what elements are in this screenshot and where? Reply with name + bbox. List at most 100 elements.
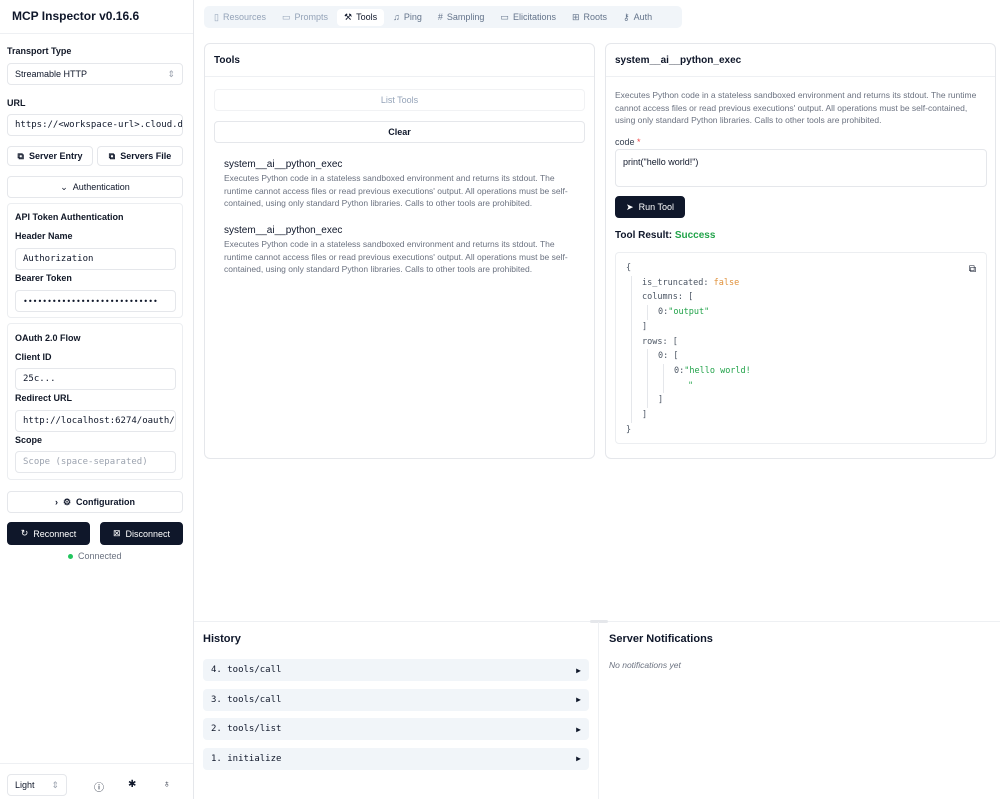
tab-roots[interactable]: ⊞ Roots [565, 9, 614, 26]
json-brace: { [626, 263, 632, 273]
history-item-label: 1. initialize [211, 753, 282, 764]
oauth-section: OAuth 2.0 Flow Client ID 25c... Redirect… [7, 323, 183, 480]
history-item[interactable]: 2. tools/list ▶ [203, 718, 589, 740]
json-bracket: [ [673, 351, 679, 362]
bearer-token-label: Bearer Token [15, 273, 72, 283]
tool-list-item[interactable]: system__ai__python_exec Executes Python c… [224, 159, 579, 210]
history-item-label: 4. tools/call [211, 665, 282, 675]
tools-panel-title: Tools [205, 44, 594, 77]
history-item[interactable]: 3. tools/call ▶ [203, 688, 589, 711]
message-icon: ▭ [281, 11, 291, 22]
json-key: 0: [658, 307, 669, 318]
tab-elicitations[interactable]: ▭ Elicitations [493, 9, 563, 26]
theme-select[interactable]: Light ⇕ [7, 774, 67, 796]
chevron-updown-icon: ⇕ [167, 68, 175, 79]
json-brace: } [626, 424, 632, 435]
theme-value: Light [15, 780, 35, 790]
servers-file-label: Servers File [120, 151, 172, 161]
run-tool-button[interactable]: ➤ Run Tool [615, 196, 685, 218]
divider [0, 33, 193, 34]
history-item-label: 3. tools/call [211, 694, 282, 705]
tab-tools[interactable]: ⚒ Tools [337, 8, 385, 26]
app-title: MCP Inspector v0.16.6 [12, 9, 140, 23]
notifications-empty: No notifications yet [609, 660, 681, 670]
history-item-label: 2. tools/list [211, 724, 282, 734]
tool-detail-description: Executes Python code in a stateless sand… [615, 90, 977, 125]
code-label: code * [615, 137, 641, 147]
json-bracket: [ [672, 336, 678, 347]
api-token-section: API Token Authentication Header Name Aut… [7, 203, 183, 318]
redirect-url-input[interactable]: http://localhost:6274/oauth/ [15, 410, 176, 432]
history-item[interactable]: 4. tools/call ▶ [203, 659, 589, 681]
code-textarea[interactable]: print("hello world!") [615, 149, 987, 187]
tab-label: Prompts [294, 12, 329, 22]
connection-status: Connected [68, 551, 122, 561]
tab-bar: ▯ Resources ▭ Prompts ⚒ Tools ♫ Ping # Sampling ▭ E… [204, 6, 682, 28]
copy-icon[interactable]: ⧉ [969, 263, 976, 278]
disconnect-label: Disconnect [125, 528, 171, 539]
transport-select[interactable]: Streamable HTTP ⇕ [7, 63, 183, 85]
github-icon[interactable]: ♁ [163, 779, 171, 790]
history-title: History [203, 633, 241, 645]
scope-input[interactable]: Scope (space-separated) [15, 451, 176, 473]
expand-triangle-icon: ▶ [576, 724, 581, 734]
json-bracket: ] [642, 410, 648, 421]
tab-ping[interactable]: ♫ Ping [386, 9, 429, 25]
json-bracket: ] [642, 321, 648, 332]
json-value: false [713, 277, 740, 288]
notifications-title: Server Notifications [609, 633, 713, 645]
sidebar: MCP Inspector v0.16.6 Transport Type Str… [0, 0, 194, 799]
tool-list-item[interactable]: system__ai__python_exec Executes Python c… [224, 225, 579, 276]
tool-description: Executes Python code in a stateless sand… [224, 239, 568, 274]
reconnect-label: Reconnect [33, 528, 77, 539]
expand-triangle-icon: ▶ [576, 665, 581, 675]
server-entry-button[interactable]: ⧉ Server Entry [7, 146, 93, 166]
json-key: rows: [642, 336, 668, 347]
chevron-updown-icon: ⇕ [51, 779, 59, 790]
tab-label: Auth [633, 12, 653, 22]
json-value: "output" [668, 307, 710, 318]
tab-auth[interactable]: ⚷ Auth [616, 9, 659, 26]
header-name-input[interactable]: Authorization [15, 248, 176, 270]
json-bracket: [ [688, 292, 694, 303]
json-bracket: ] [658, 395, 664, 406]
tab-label: Roots [583, 12, 608, 22]
json-key: 0: [658, 351, 669, 362]
tool-detail-panel: system__ai__python_exec Executes Python … [605, 43, 996, 459]
bearer-token-input[interactable]: •••••••••••••••••••••••••••• [15, 290, 176, 312]
tab-resources[interactable]: ▯ Resources [207, 9, 273, 26]
list-tools-button[interactable]: List Tools [214, 89, 585, 111]
tab-prompts[interactable]: ▭ Prompts [275, 9, 335, 26]
result-status: Success [674, 230, 716, 241]
help-icon[interactable]: ⓘ [94, 779, 104, 794]
client-id-input[interactable]: 25c... [15, 368, 176, 390]
result-label: Tool Result: [615, 230, 673, 241]
gear-icon: ⚙ [62, 496, 72, 507]
history-item[interactable]: 1. initialize ▶ [203, 747, 589, 770]
header-name-label: Header Name [15, 231, 73, 241]
url-input[interactable]: https://<workspace-url>.cloud.d [7, 114, 183, 136]
resize-handle[interactable] [590, 620, 608, 623]
tool-name: system__ai__python_exec [224, 159, 343, 170]
tool-detail-title: system__ai__python_exec [606, 44, 995, 77]
configuration-toggle[interactable]: › ⚙ Configuration [7, 491, 183, 513]
json-key: is_truncated: [642, 277, 709, 288]
send-icon: ➤ [626, 201, 634, 212]
json-key: 0: [674, 365, 685, 376]
required-mark: * [637, 137, 641, 147]
bug-icon[interactable]: ✱ [128, 779, 136, 790]
bell-icon: ♫ [393, 12, 400, 22]
clear-button[interactable]: Clear [214, 121, 585, 143]
disconnect-button[interactable]: ⊠ Disconnect [100, 522, 183, 545]
tab-label: Tools [356, 12, 378, 22]
code-label-text: code [615, 137, 635, 147]
authentication-toggle[interactable]: ⌄ Authentication [7, 176, 183, 198]
tab-sampling[interactable]: # Sampling [431, 9, 492, 25]
servers-file-button[interactable]: ⧉ Servers File [97, 146, 183, 166]
divider [0, 763, 193, 764]
reconnect-button[interactable]: ↻ Reconnect [7, 522, 90, 545]
scope-label: Scope [15, 435, 43, 445]
unplug-icon: ⊠ [112, 528, 121, 538]
tool-name: system__ai__python_exec [224, 225, 343, 236]
api-token-heading: API Token Authentication [15, 212, 124, 222]
